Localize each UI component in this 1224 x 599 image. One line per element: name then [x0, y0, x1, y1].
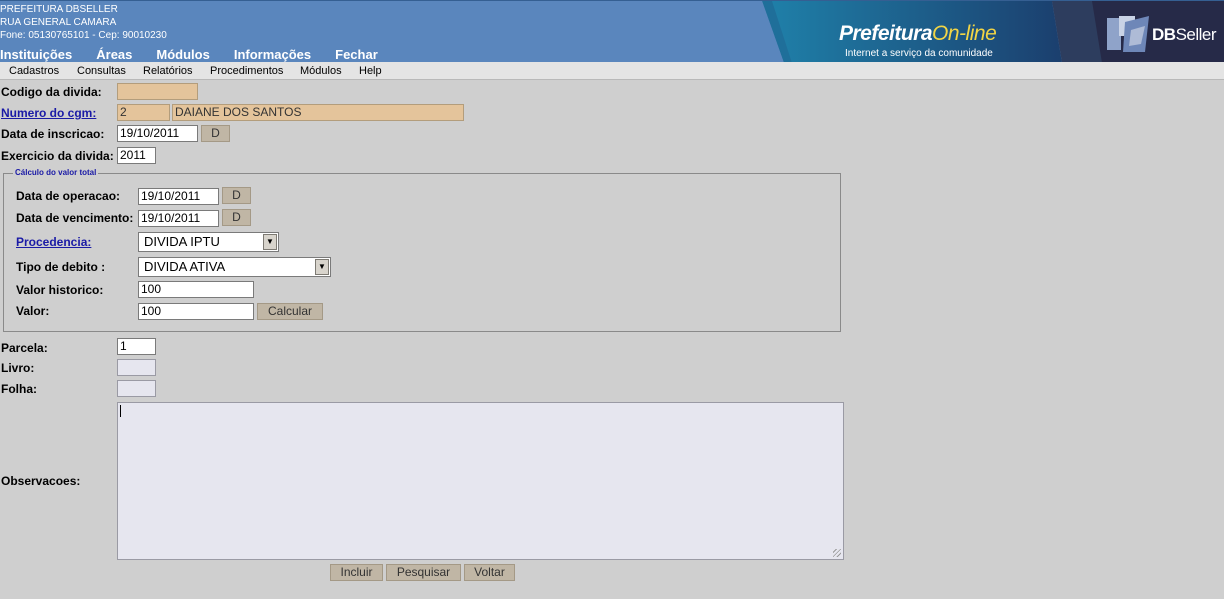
brand-tagline: Internet a serviço da comunidade [845, 48, 993, 59]
procedencia-selected-value: DIVIDA IPTU [144, 234, 220, 249]
submenu-modulos[interactable]: Módulos [300, 65, 342, 77]
menu-fechar[interactable]: Fechar [335, 47, 378, 62]
calculo-fieldset [3, 173, 841, 332]
submenu-help[interactable]: Help [359, 65, 382, 77]
chevron-down-icon[interactable]: ▼ [263, 234, 277, 250]
cgm-name-field: DAIANE DOS SANTOS [172, 104, 464, 121]
folha-label: Folha: [1, 382, 37, 396]
tipo-debito-select[interactable]: DIVIDA ATIVA ▼ [138, 257, 331, 277]
data-operacao-label: Data de operacao: [16, 189, 121, 203]
codigo-divida-label: Codigo da divida: [1, 85, 102, 99]
data-inscricao-date-button[interactable]: D [201, 125, 230, 142]
valor-field[interactable]: 100 [138, 303, 254, 320]
data-vencimento-label: Data de vencimento: [16, 211, 134, 225]
exercicio-divida-field[interactable]: 2011 [117, 147, 156, 164]
incluir-button[interactable]: Incluir [330, 564, 383, 581]
numero-cgm-link[interactable]: Numero do cgm: [1, 106, 96, 120]
text-caret [120, 405, 121, 417]
observacoes-label: Observacoes: [1, 474, 81, 488]
livro-label: Livro: [1, 361, 35, 375]
codigo-divida-field [117, 83, 198, 100]
valor-label: Valor: [16, 304, 50, 318]
valor-historico-label: Valor historico: [16, 283, 104, 297]
main-menu: Instituições Áreas Módulos Informações F… [0, 47, 402, 62]
resize-grip-icon[interactable] [833, 549, 841, 557]
calculo-fieldset-legend: Cálculo do valor total [13, 168, 99, 178]
data-inscricao-field[interactable]: 19/10/2011 [117, 125, 198, 142]
menu-instituicoes[interactable]: Instituições [0, 47, 72, 62]
data-operacao-date-button[interactable]: D [222, 187, 251, 204]
tipo-debito-selected-value: DIVIDA ATIVA [144, 259, 226, 274]
dbseller-wordmark: DBSeller [1152, 25, 1217, 44]
valor-historico-field[interactable]: 100 [138, 281, 254, 298]
data-inscricao-label: Data de inscricao: [1, 127, 105, 141]
parcela-label: Parcela: [1, 341, 48, 355]
org-contact: Fone: 05130765101 - Cep: 90010230 [0, 30, 167, 41]
prefeitura-online-logo: PrefeituraOn-line [839, 22, 997, 45]
menu-areas[interactable]: Áreas [96, 47, 132, 62]
submenu-procedimentos[interactable]: Procedimentos [210, 65, 283, 77]
menu-modulos[interactable]: Módulos [156, 47, 209, 62]
data-vencimento-date-button[interactable]: D [222, 209, 251, 226]
livro-field [117, 359, 156, 376]
dbseller-logo-icon [1107, 16, 1149, 52]
org-name: PREFEITURA DBSELLER [0, 4, 118, 15]
organization-info: PREFEITURA DBSELLER RUA GENERAL CAMARA F… [0, 3, 167, 42]
submenu-relatorios[interactable]: Relatórios [143, 65, 193, 77]
observacoes-textarea[interactable] [117, 402, 844, 560]
data-operacao-field[interactable]: 19/10/2011 [138, 188, 219, 205]
folha-field [117, 380, 156, 397]
chevron-down-icon[interactable]: ▼ [315, 259, 329, 275]
exercicio-divida-label: Exercicio da divida: [1, 149, 114, 163]
app-header: PREFEITURA DBSELLER RUA GENERAL CAMARA F… [0, 0, 1224, 62]
tipo-debito-label: Tipo de debito : [16, 260, 106, 274]
calcular-button[interactable]: Calcular [257, 303, 323, 320]
voltar-button[interactable]: Voltar [464, 564, 515, 581]
procedencia-select[interactable]: DIVIDA IPTU ▼ [138, 232, 279, 252]
menu-informacoes[interactable]: Informações [234, 47, 311, 62]
org-address: RUA GENERAL CAMARA [0, 17, 117, 28]
submenu-consultas[interactable]: Consultas [77, 65, 126, 77]
sub-menu-bar: Cadastros Consultas Relatórios Procedime… [0, 62, 1224, 80]
submenu-cadastros[interactable]: Cadastros [9, 65, 59, 77]
procedencia-link[interactable]: Procedencia: [16, 235, 91, 249]
data-vencimento-field[interactable]: 19/10/2011 [138, 210, 219, 227]
numero-cgm-field[interactable]: 2 [117, 104, 170, 121]
parcela-field[interactable]: 1 [117, 338, 156, 355]
pesquisar-button[interactable]: Pesquisar [386, 564, 461, 581]
